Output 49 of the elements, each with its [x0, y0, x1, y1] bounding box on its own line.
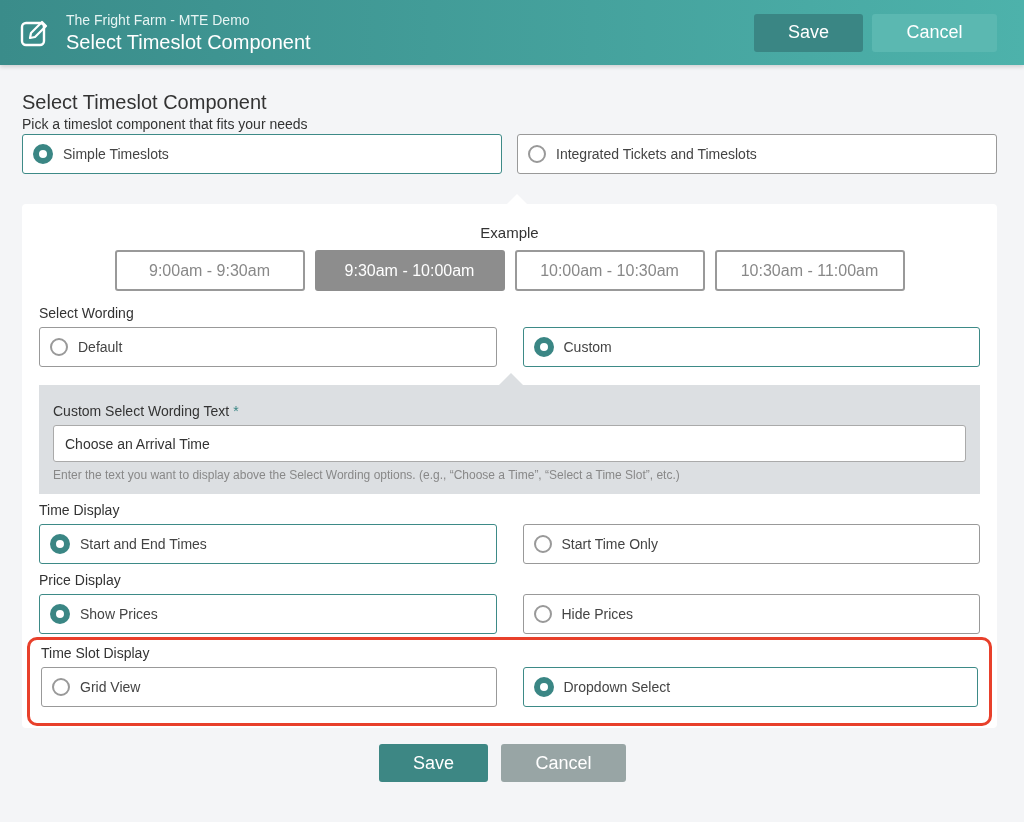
timeslot-button[interactable]: 9:00am - 9:30am [114, 250, 305, 291]
radio-selected-icon [33, 144, 53, 164]
timeslot-button[interactable]: 10:30am - 11:00am [714, 250, 905, 291]
section-heading: Select Timeslot Component [22, 91, 268, 114]
option-label: Start Time Only [561, 536, 658, 552]
field-label: Time Slot Display [41, 645, 151, 661]
app-subtitle: The Fright Farm - MTE Demo [66, 11, 251, 28]
radio-selected-icon [533, 677, 554, 697]
option-label: Integrated Tickets and Timeslots [556, 146, 757, 162]
radio-option[interactable]: Show Prices [39, 594, 497, 634]
radio-selected-icon [50, 534, 70, 554]
option-label: Default [78, 339, 123, 355]
field-label: Time Display [39, 502, 121, 518]
option-label: Custom [563, 339, 612, 355]
radio-option[interactable]: Default [39, 327, 497, 367]
option-label: Grid View [80, 679, 141, 695]
radio-empty-icon [533, 605, 552, 623]
field-label: Select Wording [39, 305, 135, 321]
option-label: Simple Timeslots [63, 146, 169, 162]
input-field[interactable]: Choose an Arrival Time [53, 425, 966, 462]
radio-empty-icon [528, 145, 546, 163]
radio-option[interactable]: Dropdown Select [522, 667, 978, 707]
help-text: Enter the text you want to display above the Select Wording options. (e.g., “Choose a Time”, “Select a Time Slot”, etc.) [53, 468, 681, 482]
required-mark: * [233, 403, 239, 419]
save-button[interactable]: Save [754, 13, 863, 52]
example-label: Example [479, 224, 540, 241]
radio-empty-icon [52, 678, 70, 696]
radio-option[interactable]: Hide Prices [522, 594, 980, 634]
field-label: Price Display [39, 572, 122, 588]
radio-option[interactable]: Start and End Times [39, 524, 497, 564]
radio-option[interactable]: Integrated Tickets and Timeslots [517, 134, 997, 174]
option-label: Start and End Times [80, 536, 207, 552]
field-label: Custom Select Wording Text [53, 403, 230, 419]
option-label: Hide Prices [561, 606, 634, 622]
edit-icon [20, 18, 50, 47]
radio-option[interactable]: Custom [522, 327, 980, 367]
radio-empty-icon [50, 338, 68, 356]
radio-option[interactable]: Simple Timeslots [22, 134, 502, 174]
save-button[interactable]: Save [379, 744, 488, 782]
radio-option[interactable]: Start Time Only [522, 524, 980, 564]
radio-selected-icon [533, 337, 554, 357]
page-title: Select Timeslot Component [66, 30, 311, 54]
option-label: Dropdown Select [563, 679, 671, 695]
timeslot-button[interactable]: 10:00am - 10:30am [514, 250, 705, 291]
option-label: Show Prices [80, 606, 158, 622]
radio-option[interactable]: Grid View [41, 667, 497, 707]
radio-empty-icon [533, 535, 552, 553]
radio-selected-icon [50, 604, 70, 624]
section-description: Pick a timeslot component that fits your needs [22, 116, 309, 132]
